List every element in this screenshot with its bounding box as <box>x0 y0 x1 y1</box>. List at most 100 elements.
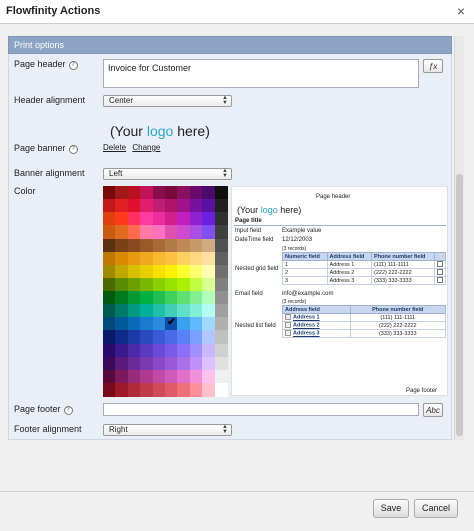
color-swatch[interactable] <box>189 330 203 345</box>
color-swatch[interactable] <box>127 343 141 358</box>
color-swatch[interactable] <box>214 199 228 214</box>
color-swatch[interactable] <box>177 212 191 227</box>
save-button[interactable]: Save <box>373 499 409 518</box>
help-icon[interactable]: ? <box>68 61 78 70</box>
color-swatch[interactable] <box>115 356 129 371</box>
color-swatch[interactable] <box>140 304 154 319</box>
color-swatch[interactable] <box>140 277 154 292</box>
color-swatch[interactable] <box>140 369 154 384</box>
help-icon[interactable]: ? <box>63 406 73 415</box>
color-swatch[interactable] <box>103 199 116 214</box>
color-swatch[interactable] <box>165 251 178 266</box>
color-swatch[interactable] <box>115 225 129 240</box>
color-swatch[interactable] <box>202 199 216 214</box>
color-swatch[interactable] <box>214 382 228 397</box>
color-swatch[interactable] <box>177 277 191 292</box>
color-swatch[interactable] <box>177 291 191 305</box>
color-swatch[interactable] <box>140 317 154 332</box>
help-icon[interactable]: ? <box>68 145 78 154</box>
color-swatch[interactable] <box>152 343 166 358</box>
color-swatch[interactable] <box>127 199 141 214</box>
color-swatch[interactable] <box>202 330 216 345</box>
formula-button[interactable]: ƒx <box>423 59 443 73</box>
color-swatch[interactable] <box>202 382 216 397</box>
color-swatch[interactable] <box>189 186 203 200</box>
color-swatch[interactable] <box>214 277 228 292</box>
color-swatch[interactable] <box>165 199 178 214</box>
color-swatch[interactable] <box>189 343 203 358</box>
color-swatch[interactable] <box>189 291 203 305</box>
color-swatch[interactable] <box>177 199 191 214</box>
color-swatch[interactable] <box>214 238 228 253</box>
color-swatch[interactable] <box>103 343 116 358</box>
color-swatch[interactable] <box>152 277 166 292</box>
color-swatch[interactable] <box>127 212 141 227</box>
change-banner-link[interactable]: Change <box>132 143 160 152</box>
color-swatch[interactable] <box>189 264 203 279</box>
color-swatch[interactable] <box>165 291 178 305</box>
color-swatch[interactable] <box>189 277 203 292</box>
color-swatch[interactable] <box>214 356 228 371</box>
color-swatch[interactable] <box>214 369 228 384</box>
color-swatch[interactable] <box>115 238 129 253</box>
color-swatch[interactable] <box>140 264 154 279</box>
color-swatch[interactable] <box>103 225 116 240</box>
color-swatch[interactable] <box>214 212 228 227</box>
color-swatch[interactable] <box>177 330 191 345</box>
color-swatch[interactable] <box>165 277 178 292</box>
color-swatch[interactable] <box>103 186 116 200</box>
color-swatch[interactable] <box>140 238 154 253</box>
color-swatch[interactable] <box>202 238 216 253</box>
color-swatch[interactable] <box>152 264 166 279</box>
color-swatch[interactable] <box>115 251 129 266</box>
cancel-button[interactable]: Cancel <box>414 499 458 518</box>
color-swatch[interactable] <box>115 382 129 397</box>
delete-banner-link[interactable]: Delete <box>103 143 126 152</box>
page-footer-input[interactable] <box>103 403 419 416</box>
color-swatch[interactable] <box>152 369 166 384</box>
color-swatch[interactable] <box>103 251 116 266</box>
color-swatch[interactable] <box>177 251 191 266</box>
color-swatch[interactable] <box>214 225 228 240</box>
color-swatch[interactable] <box>127 330 141 345</box>
color-swatch[interactable] <box>140 343 154 358</box>
color-swatch[interactable] <box>127 277 141 292</box>
footer-alignment-select[interactable]: Right ▲ ▼ <box>103 424 232 436</box>
color-swatch[interactable] <box>152 291 166 305</box>
page-header-input[interactable]: Invoice for Customer <box>103 59 419 88</box>
color-swatch[interactable] <box>127 369 141 384</box>
color-swatch[interactable] <box>140 186 154 200</box>
color-swatch[interactable] <box>165 212 178 227</box>
color-swatch[interactable] <box>152 251 166 266</box>
color-swatch[interactable] <box>115 264 129 279</box>
color-swatch[interactable] <box>127 186 141 200</box>
color-swatch[interactable] <box>177 356 191 371</box>
color-swatch[interactable] <box>189 382 203 397</box>
color-swatch[interactable] <box>214 291 228 305</box>
color-swatch[interactable] <box>115 291 129 305</box>
color-swatch[interactable] <box>103 238 116 253</box>
color-swatch[interactable] <box>115 304 129 319</box>
color-swatch[interactable] <box>202 356 216 371</box>
color-swatch[interactable] <box>165 343 178 358</box>
color-swatch[interactable] <box>165 356 178 371</box>
color-swatch[interactable] <box>202 317 216 332</box>
color-swatch[interactable] <box>189 225 203 240</box>
color-swatch[interactable] <box>189 356 203 371</box>
color-swatch[interactable] <box>103 369 116 384</box>
color-swatch[interactable] <box>189 199 203 214</box>
color-swatch[interactable] <box>115 277 129 292</box>
color-swatch[interactable] <box>127 356 141 371</box>
color-swatch[interactable] <box>214 251 228 266</box>
color-swatch[interactable] <box>165 330 178 345</box>
color-swatch[interactable] <box>202 264 216 279</box>
color-swatch[interactable] <box>202 277 216 292</box>
color-swatch[interactable] <box>214 264 228 279</box>
color-swatch[interactable] <box>202 225 216 240</box>
color-swatch[interactable] <box>202 369 216 384</box>
color-swatch[interactable] <box>127 291 141 305</box>
color-swatch[interactable] <box>189 317 203 332</box>
color-swatch[interactable] <box>165 264 178 279</box>
color-swatch[interactable] <box>202 304 216 319</box>
color-swatch[interactable] <box>103 382 116 397</box>
